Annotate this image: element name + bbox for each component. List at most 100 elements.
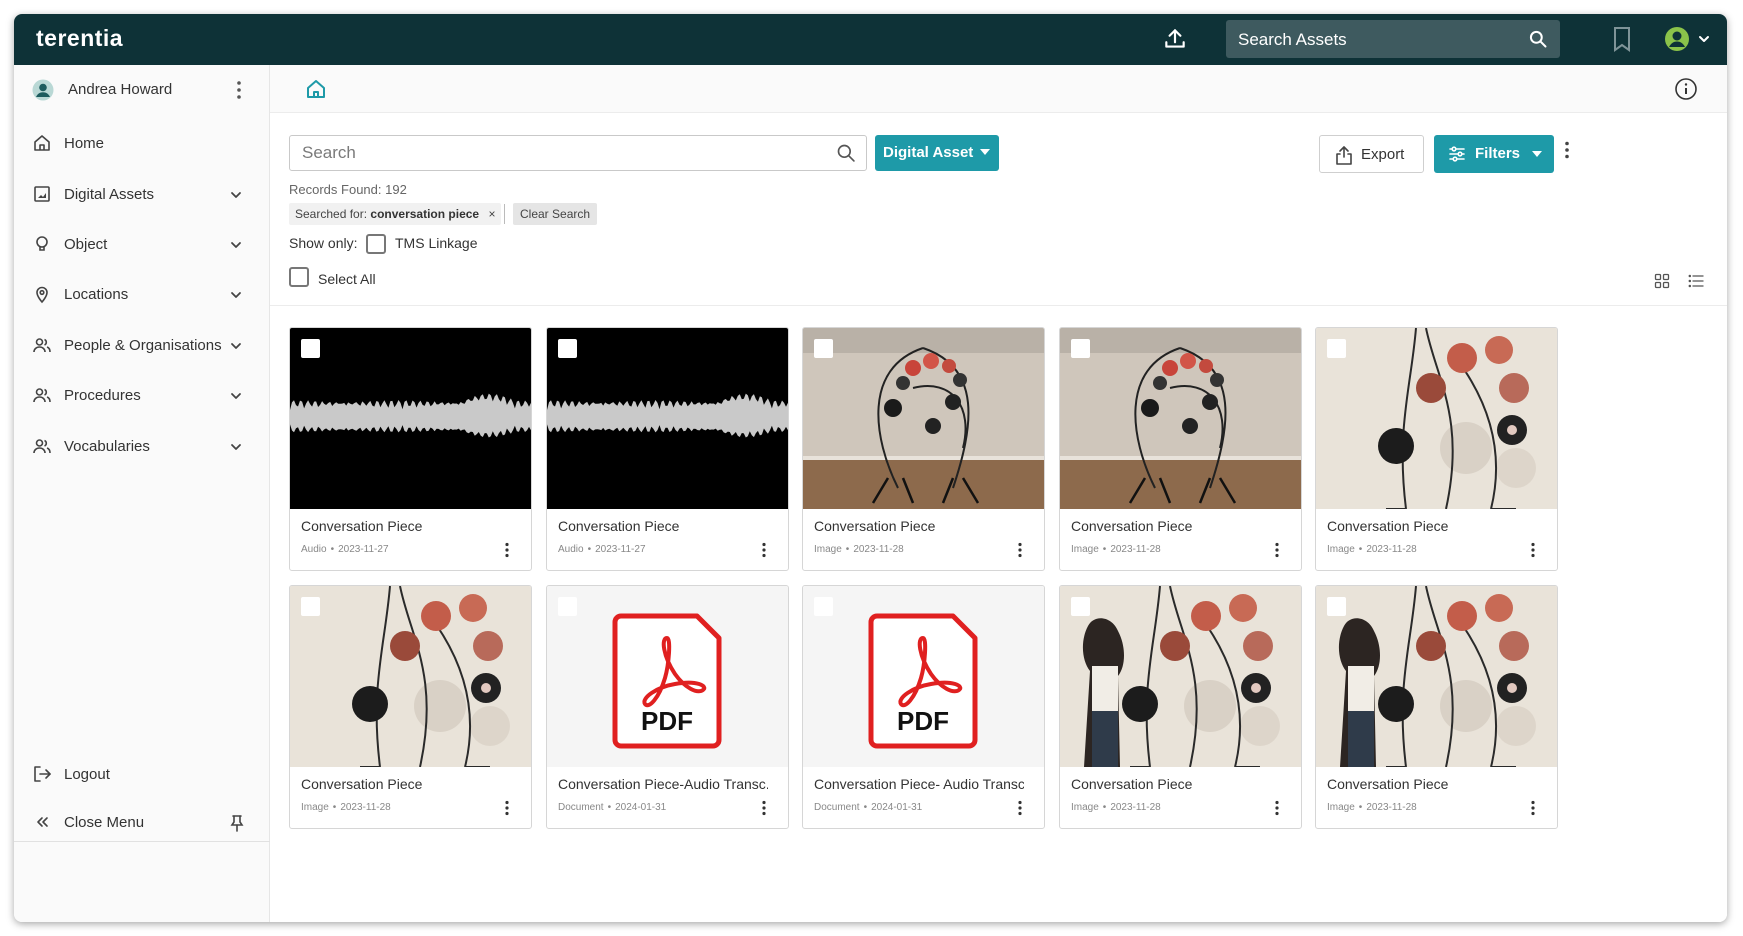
separator-dot: • xyxy=(863,802,868,813)
asset-card[interactable]: Conversation Piece Image • 2023-11-28 xyxy=(802,327,1045,571)
asset-thumbnail[interactable] xyxy=(547,328,788,509)
more-vertical-icon[interactable] xyxy=(1530,800,1536,816)
asset-select-checkbox[interactable] xyxy=(1327,339,1346,358)
select-all-checkbox[interactable] xyxy=(289,267,309,287)
asset-select-checkbox[interactable] xyxy=(558,339,577,358)
more-vertical-icon[interactable] xyxy=(1530,542,1536,558)
asset-card[interactable]: Conversation Piece Image • 2023-11-28 xyxy=(1059,327,1302,571)
asset-thumbnail[interactable]: PDF xyxy=(547,586,788,767)
asset-thumbnail[interactable] xyxy=(1316,328,1557,509)
asset-select-checkbox[interactable] xyxy=(814,597,833,616)
map-pin-icon xyxy=(36,286,48,304)
asset-card[interactable]: Conversation Piece Audio • 2023-11-27 xyxy=(546,327,789,571)
asset-title[interactable]: Conversation Piece xyxy=(558,518,768,534)
asset-card[interactable]: PDF Conversation Piece- Audio Transc... Do… xyxy=(802,585,1045,829)
close-menu-button[interactable]: Close Menu xyxy=(14,801,270,845)
records-found-label: Records Found: xyxy=(289,182,382,197)
logout-label: Logout xyxy=(64,766,110,783)
chevron-down-icon xyxy=(231,292,241,298)
sidebar-item-home[interactable]: Home xyxy=(14,122,270,166)
pin-icon[interactable] xyxy=(229,814,245,832)
global-search-input[interactable]: Search Assets xyxy=(1226,20,1560,58)
sidebar-item-object[interactable]: Object xyxy=(14,223,270,267)
asset-title[interactable]: Conversation Piece xyxy=(814,518,1024,534)
search-input[interactable] xyxy=(290,136,830,170)
image-icon xyxy=(34,186,50,202)
more-vertical-icon[interactable] xyxy=(1017,800,1023,816)
asset-thumbnail[interactable] xyxy=(1316,586,1557,767)
export-button[interactable]: Export xyxy=(1319,135,1424,173)
clear-search-button[interactable]: Clear Search xyxy=(513,203,598,225)
sidebar-item-locations[interactable]: Locations xyxy=(14,273,270,317)
asset-thumbnail[interactable] xyxy=(803,328,1044,509)
chevron-down-icon xyxy=(231,444,241,450)
asset-title[interactable]: Conversation Piece xyxy=(1071,776,1281,792)
asset-date: 2023-11-28 xyxy=(1110,802,1161,813)
user-avatar-icon[interactable] xyxy=(1664,26,1690,52)
list-view-icon[interactable] xyxy=(1688,273,1704,289)
asset-type-dropdown[interactable]: Digital Asset xyxy=(875,135,999,171)
filters-button[interactable]: Filters xyxy=(1434,135,1554,173)
sidebar-item-label: People & Organisations xyxy=(64,337,222,354)
asset-select-checkbox[interactable] xyxy=(1327,597,1346,616)
asset-card[interactable]: Conversation Piece Image • 2023-11-28 xyxy=(289,585,532,829)
asset-card[interactable]: Conversation Piece Image • 2023-11-28 xyxy=(1315,585,1558,829)
home-icon[interactable] xyxy=(305,78,327,100)
remove-search-term-icon[interactable]: × xyxy=(488,207,495,221)
asset-thumbnail[interactable]: PDF xyxy=(803,586,1044,767)
asset-meta: Audio • 2023-11-27 xyxy=(301,544,389,555)
asset-title[interactable]: Conversation Piece-Audio Transc... xyxy=(558,776,768,792)
search-icon[interactable] xyxy=(836,143,856,163)
sidebar-item-digital-assets[interactable]: Digital Assets xyxy=(14,173,270,217)
more-vertical-icon[interactable] xyxy=(761,542,767,558)
info-icon[interactable] xyxy=(1674,77,1698,101)
sidebar-item-vocabularies[interactable]: Vocabularies xyxy=(14,425,270,469)
grid-view-icon[interactable] xyxy=(1654,273,1670,289)
asset-title[interactable]: Conversation Piece xyxy=(1327,776,1537,792)
more-vertical-icon[interactable] xyxy=(1017,542,1023,558)
asset-select-checkbox[interactable] xyxy=(1071,339,1090,358)
asset-title[interactable]: Conversation Piece xyxy=(1071,518,1281,534)
asset-search-field[interactable] xyxy=(289,135,867,171)
more-vertical-icon[interactable] xyxy=(761,800,767,816)
asset-card[interactable]: Conversation Piece Image • 2023-11-28 xyxy=(1315,327,1558,571)
sidebar-item-procedures[interactable]: Procedures xyxy=(14,374,270,418)
asset-card[interactable]: PDF Conversation Piece-Audio Transc... Doc… xyxy=(546,585,789,829)
brand-logo[interactable]: terentia xyxy=(36,25,123,52)
bookmark-icon[interactable] xyxy=(1611,26,1633,52)
asset-thumbnail[interactable] xyxy=(1060,328,1301,509)
more-vertical-icon[interactable] xyxy=(504,800,510,816)
asset-title[interactable]: Conversation Piece xyxy=(301,776,511,792)
asset-type: Audio xyxy=(301,544,327,555)
asset-select-checkbox[interactable] xyxy=(301,339,320,358)
tms-linkage-checkbox[interactable] xyxy=(366,234,386,254)
asset-select-checkbox[interactable] xyxy=(301,597,320,616)
asset-select-checkbox[interactable] xyxy=(1071,597,1090,616)
more-vertical-icon[interactable] xyxy=(236,79,242,101)
asset-thumbnail[interactable] xyxy=(290,586,531,767)
share-icon xyxy=(1336,146,1352,165)
asset-thumbnail[interactable] xyxy=(1060,586,1301,767)
asset-meta: Image • 2023-11-28 xyxy=(814,544,904,555)
sidebar: Andrea Howard Home Digital Assets Object… xyxy=(14,65,270,922)
more-vertical-icon[interactable] xyxy=(1564,140,1570,160)
asset-thumbnail[interactable] xyxy=(290,328,531,509)
upload-icon[interactable] xyxy=(1162,26,1188,52)
asset-select-checkbox[interactable] xyxy=(814,339,833,358)
sidebar-item-label: Vocabularies xyxy=(64,438,150,455)
more-vertical-icon[interactable] xyxy=(504,542,510,558)
asset-card[interactable]: Conversation Piece Audio • 2023-11-27 xyxy=(289,327,532,571)
logout-button[interactable]: Logout xyxy=(14,753,270,797)
asset-card[interactable]: Conversation Piece Image • 2023-11-28 xyxy=(1059,585,1302,829)
asset-title[interactable]: Conversation Piece xyxy=(1327,518,1537,534)
more-vertical-icon[interactable] xyxy=(1274,800,1280,816)
sidebar-item-people-organisations[interactable]: People & Organisations xyxy=(14,324,270,368)
asset-title[interactable]: Conversation Piece xyxy=(301,518,511,534)
search-term-chip: Searched for: conversation piece × xyxy=(289,203,502,225)
asset-select-checkbox[interactable] xyxy=(558,597,577,616)
search-icon[interactable] xyxy=(1528,29,1548,49)
more-vertical-icon[interactable] xyxy=(1274,542,1280,558)
asset-title[interactable]: Conversation Piece- Audio Transc... xyxy=(814,776,1024,792)
chevron-down-icon[interactable] xyxy=(1697,32,1711,46)
global-search-placeholder: Search Assets xyxy=(1238,30,1347,49)
